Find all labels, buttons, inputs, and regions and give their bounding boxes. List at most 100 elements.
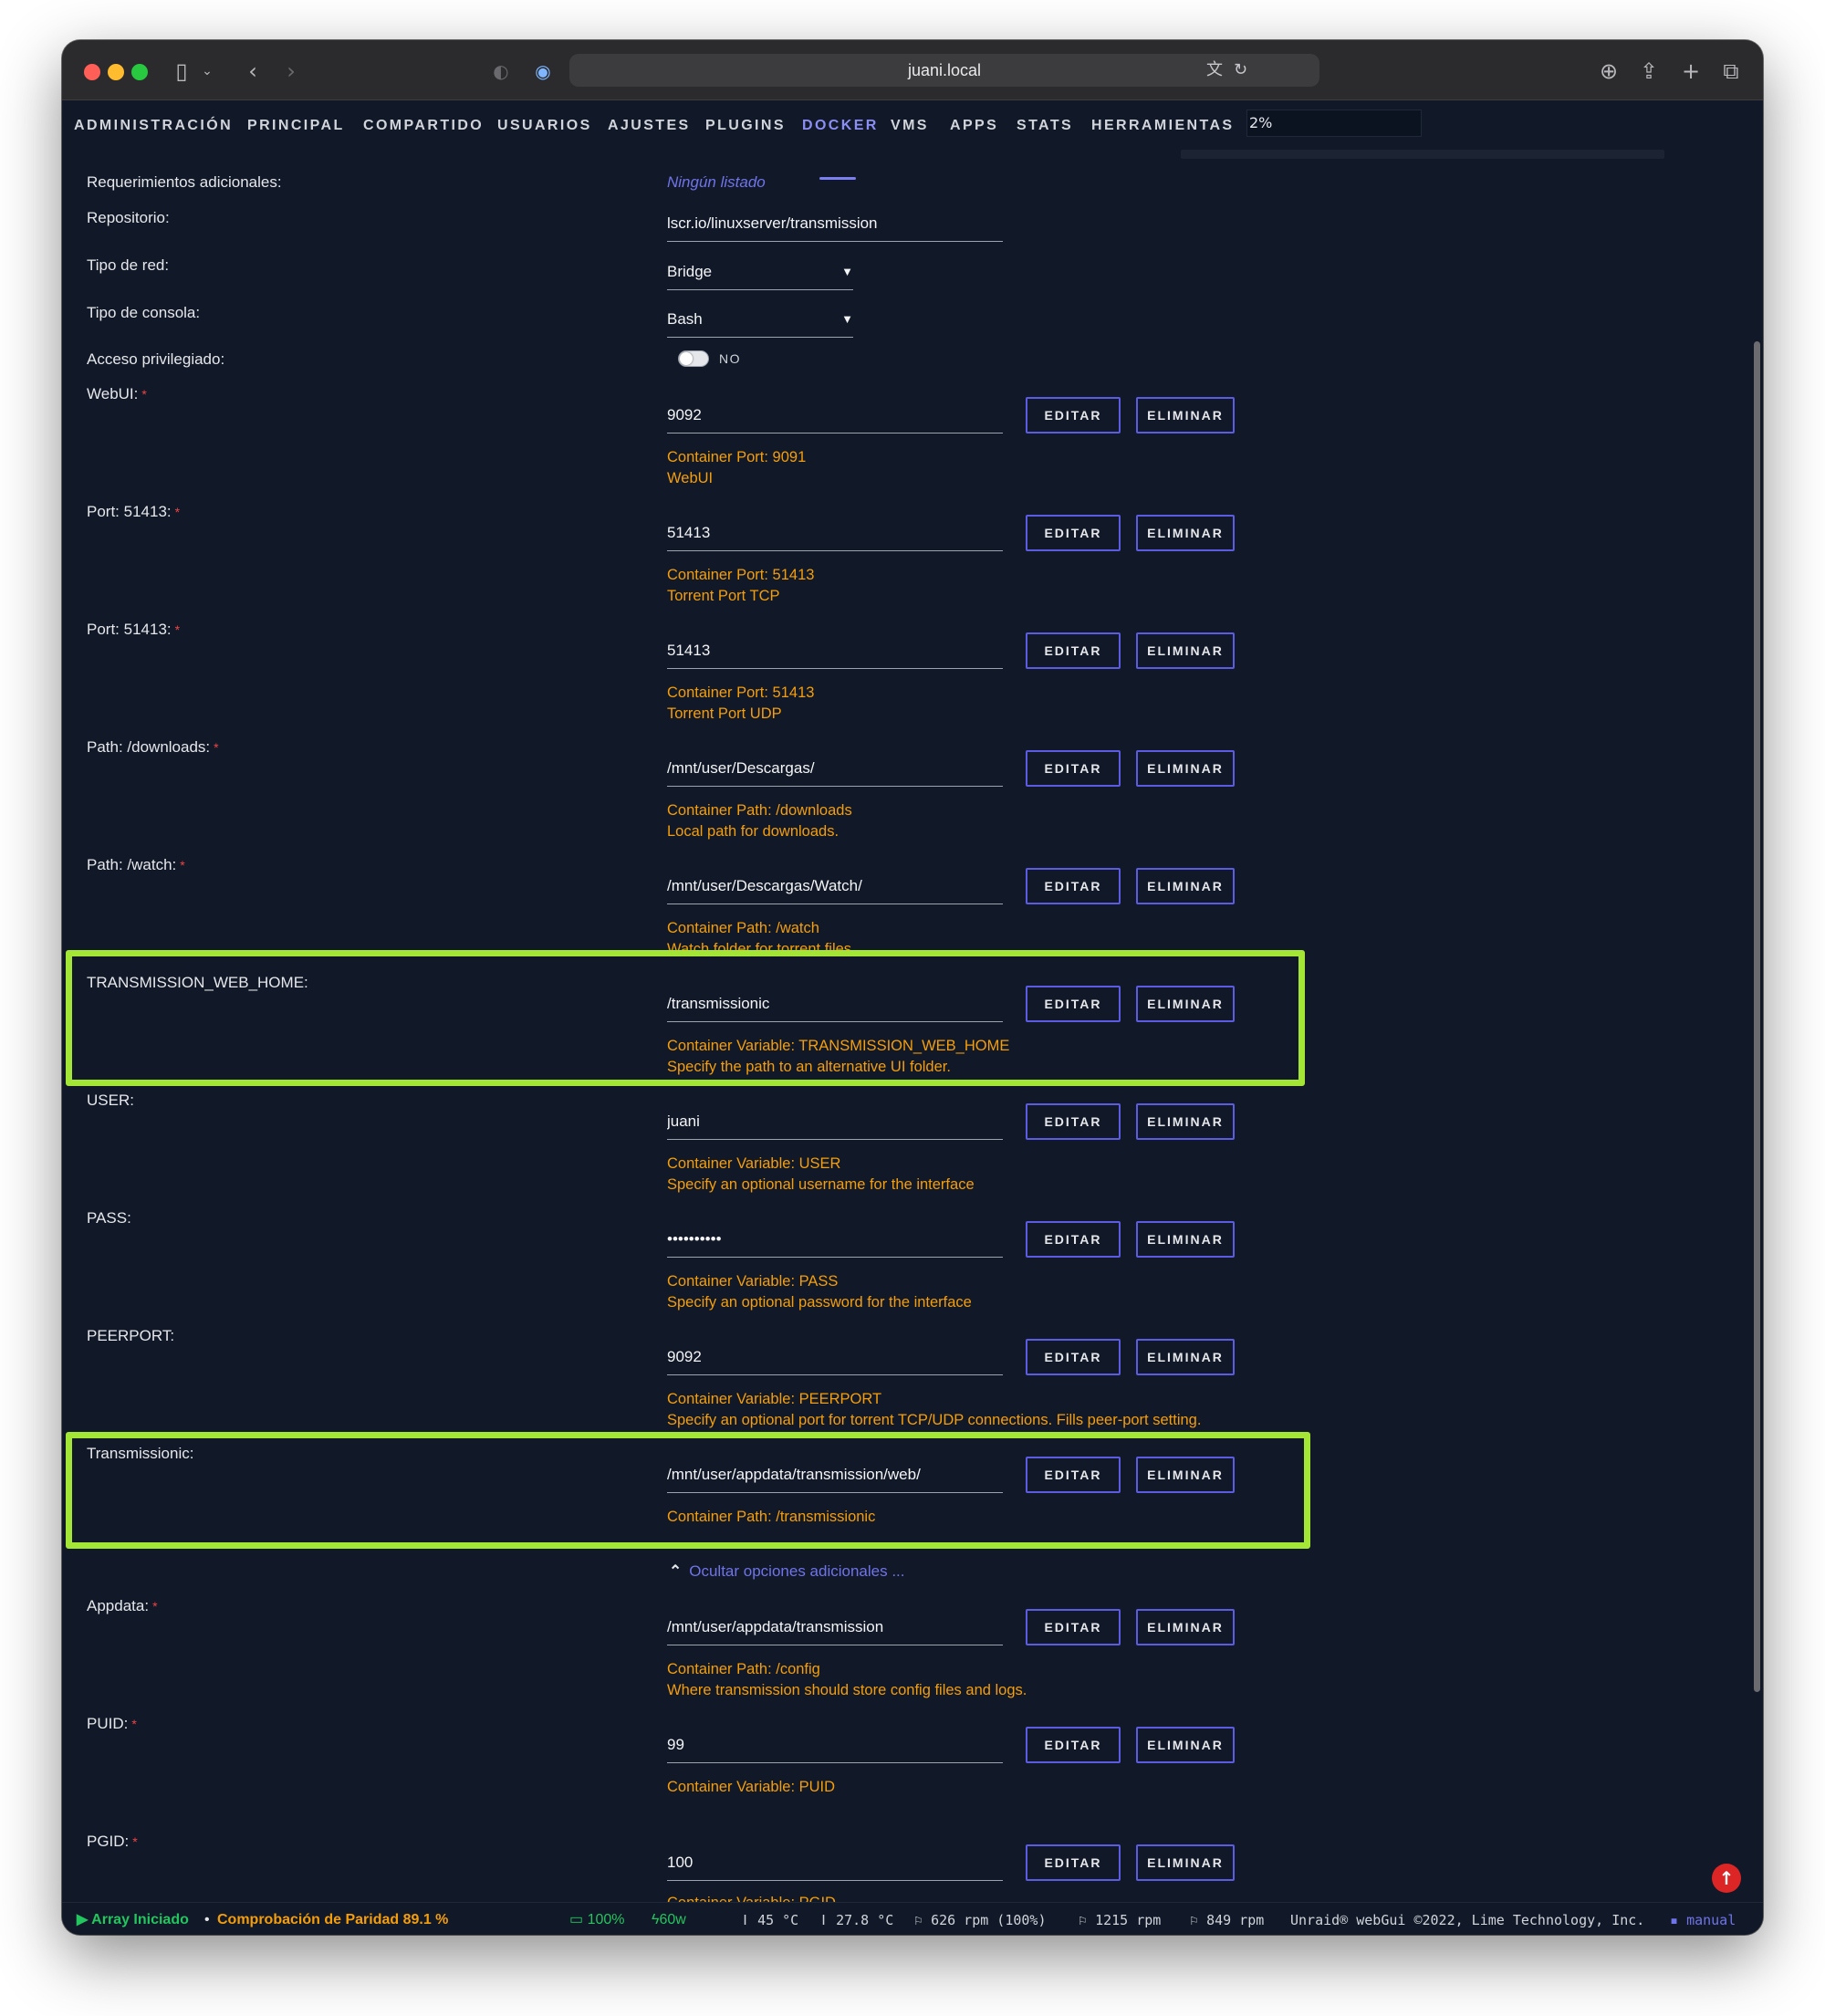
field-value-input[interactable]: 51413 [667, 641, 1003, 669]
field-description-line2: Where transmission should store config f… [667, 1682, 1027, 1698]
extra-requirements-value[interactable]: Ningún listado [667, 172, 766, 193]
edit-button[interactable]: EDITAR [1026, 1103, 1121, 1140]
manual-link[interactable]: ▪ manual [1670, 1911, 1736, 1929]
network-type-label: Tipo de red: [87, 256, 170, 274]
delete-button[interactable]: ELIMINAR [1136, 868, 1235, 904]
password-input[interactable]: •••••••••• [667, 1229, 1003, 1258]
field-description-line1: Container Port: 9091 [667, 449, 807, 465]
field-label: USER: [87, 1092, 134, 1109]
hide-advanced-link[interactable]: ⌃ Ocultar opciones adicionales ... [669, 1562, 905, 1582]
toggle-knob [680, 352, 693, 365]
nav-principal[interactable]: PRINCIPAL [247, 117, 345, 135]
field-description-line1: Container Variable: PASS [667, 1273, 839, 1290]
field-value-input[interactable]: 99 [667, 1735, 1003, 1763]
network-type-select[interactable]: Bridge ▼ [667, 262, 853, 290]
repository-label: Repositorio: [87, 209, 170, 226]
field-label: Path: /watch: * [87, 856, 185, 873]
field-description-line1: Container Port: 51413 [667, 684, 815, 701]
field-description-line2: Specify an optional username for the int… [667, 1176, 975, 1193]
field-description-line1: Container Variable: PUID [667, 1779, 836, 1795]
field-description-line2: Local path for downloads. [667, 823, 840, 840]
field-label: PEERPORT: [87, 1327, 175, 1344]
nav-herramientas[interactable]: HERRAMIENTAS [1091, 117, 1235, 135]
field-description-line2: WebUI [667, 470, 714, 486]
nav-usuarios[interactable]: USUARIOS [497, 117, 592, 135]
highlight-box [66, 950, 1305, 1086]
nav-docker[interactable]: DOCKER [802, 117, 879, 135]
console-type-label: Tipo de consola: [87, 304, 201, 321]
power-draw: ϟ60w [652, 1912, 686, 1927]
chevron-up-icon: ⌃ [669, 1562, 683, 1580]
field-value-input[interactable]: 9092 [667, 1347, 1003, 1375]
docker-edit-page: ADMINISTRACIÓN PRINCIPAL COMPARTIDO USUA… [62, 40, 1763, 1935]
edit-button[interactable]: EDITAR [1026, 1339, 1121, 1375]
delete-button[interactable]: ELIMINAR [1136, 1844, 1235, 1881]
privileged-toggle-label: NO [719, 351, 741, 366]
required-marker: * [141, 387, 147, 402]
required-marker: * [132, 1834, 138, 1849]
edit-button[interactable]: EDITAR [1026, 750, 1121, 787]
nav-plugins[interactable]: PLUGINS [705, 117, 786, 135]
nav-apps[interactable]: APPS [950, 117, 998, 135]
fan-speed-3: ⚐ 849 rpm [1190, 1912, 1265, 1928]
required-marker: * [174, 505, 181, 519]
field-value-input[interactable]: 51413 [667, 523, 1003, 551]
required-marker: * [174, 622, 181, 637]
hide-advanced-label: Ocultar opciones adicionales ... [689, 1562, 905, 1580]
battery-status: ▭ 100% [569, 1912, 625, 1927]
edit-button[interactable]: EDITAR [1026, 1844, 1121, 1881]
caret-down-icon: ▼ [841, 312, 853, 326]
field-description-line1: Container Path: /config [667, 1661, 820, 1677]
field-value-input[interactable]: 9092 [667, 405, 1003, 433]
field-value-input[interactable]: /mnt/user/Descargas/ [667, 758, 1003, 787]
scrollbar[interactable] [1754, 341, 1760, 1692]
field-description-line1: Container Variable: USER [667, 1155, 841, 1172]
edit-button[interactable]: EDITAR [1026, 1727, 1121, 1763]
delete-button[interactable]: ELIMINAR [1136, 1727, 1235, 1763]
field-label: Port: 51413: * [87, 621, 181, 638]
copyright: Unraid® webGui ©2022, Lime Technology, I… [1290, 1912, 1645, 1928]
cpu-load-meter: 2% [1246, 110, 1422, 137]
console-type-value: Bash [667, 310, 703, 328]
delete-button[interactable]: ELIMINAR [1136, 1103, 1235, 1140]
console-type-select[interactable]: Bash ▼ [667, 309, 853, 338]
parity-check-status: Comprobación de Paridad 89.1 % [217, 1912, 449, 1927]
delete-button[interactable]: ELIMINAR [1136, 750, 1235, 787]
privileged-label: Acceso privilegiado: [87, 350, 225, 368]
repository-input[interactable]: lscr.io/linuxserver/transmission [667, 214, 1003, 242]
field-description-line2: Specify an optional port for torrent TCP… [667, 1412, 1202, 1428]
edit-button[interactable]: EDITAR [1026, 632, 1121, 669]
edit-button[interactable]: EDITAR [1026, 868, 1121, 904]
array-status: ▶ Array Iniciado [77, 1912, 189, 1927]
delete-button[interactable]: ELIMINAR [1136, 397, 1235, 433]
scroll-to-top-button[interactable]: ↑ [1712, 1864, 1741, 1893]
delete-button[interactable]: ELIMINAR [1136, 632, 1235, 669]
field-value-input[interactable]: /mnt/user/appdata/transmission [667, 1617, 1003, 1645]
delete-button[interactable]: ELIMINAR [1136, 515, 1235, 551]
field-value-input[interactable]: juani [667, 1112, 1003, 1140]
nav-vms[interactable]: VMS [891, 117, 929, 135]
delete-button[interactable]: ELIMINAR [1136, 1339, 1235, 1375]
field-label: PUID: * [87, 1715, 137, 1732]
edit-button[interactable]: EDITAR [1026, 1221, 1121, 1258]
field-value-input[interactable]: /mnt/user/Descargas/Watch/ [667, 876, 1003, 904]
fan-icon: ⚐ [1190, 1912, 1199, 1928]
nav-stats[interactable]: STATS [1017, 117, 1073, 135]
required-marker: * [214, 740, 219, 755]
thermometer-icon: ǀ [741, 1912, 750, 1928]
privileged-toggle[interactable] [678, 350, 709, 367]
nav-administracion[interactable]: ADMINISTRACIÓN [74, 117, 233, 135]
fan-speed-1: ⚐ 626 rpm (100%) [914, 1912, 1047, 1928]
delete-button[interactable]: ELIMINAR [1136, 1609, 1235, 1645]
nav-ajustes[interactable]: AJUSTES [608, 117, 691, 135]
board-temp: ǀ 27.8 °C [819, 1912, 894, 1928]
field-value-input[interactable]: 100 [667, 1853, 1003, 1881]
field-label: Path: /downloads: * [87, 738, 219, 756]
delete-button[interactable]: ELIMINAR [1136, 1221, 1235, 1258]
field-description-line1: Container Port: 51413 [667, 567, 815, 583]
nav-compartido[interactable]: COMPARTIDO [363, 117, 484, 135]
edit-button[interactable]: EDITAR [1026, 1609, 1121, 1645]
edit-button[interactable]: EDITAR [1026, 397, 1121, 433]
thermometer-icon: ǀ [819, 1912, 829, 1928]
edit-button[interactable]: EDITAR [1026, 515, 1121, 551]
